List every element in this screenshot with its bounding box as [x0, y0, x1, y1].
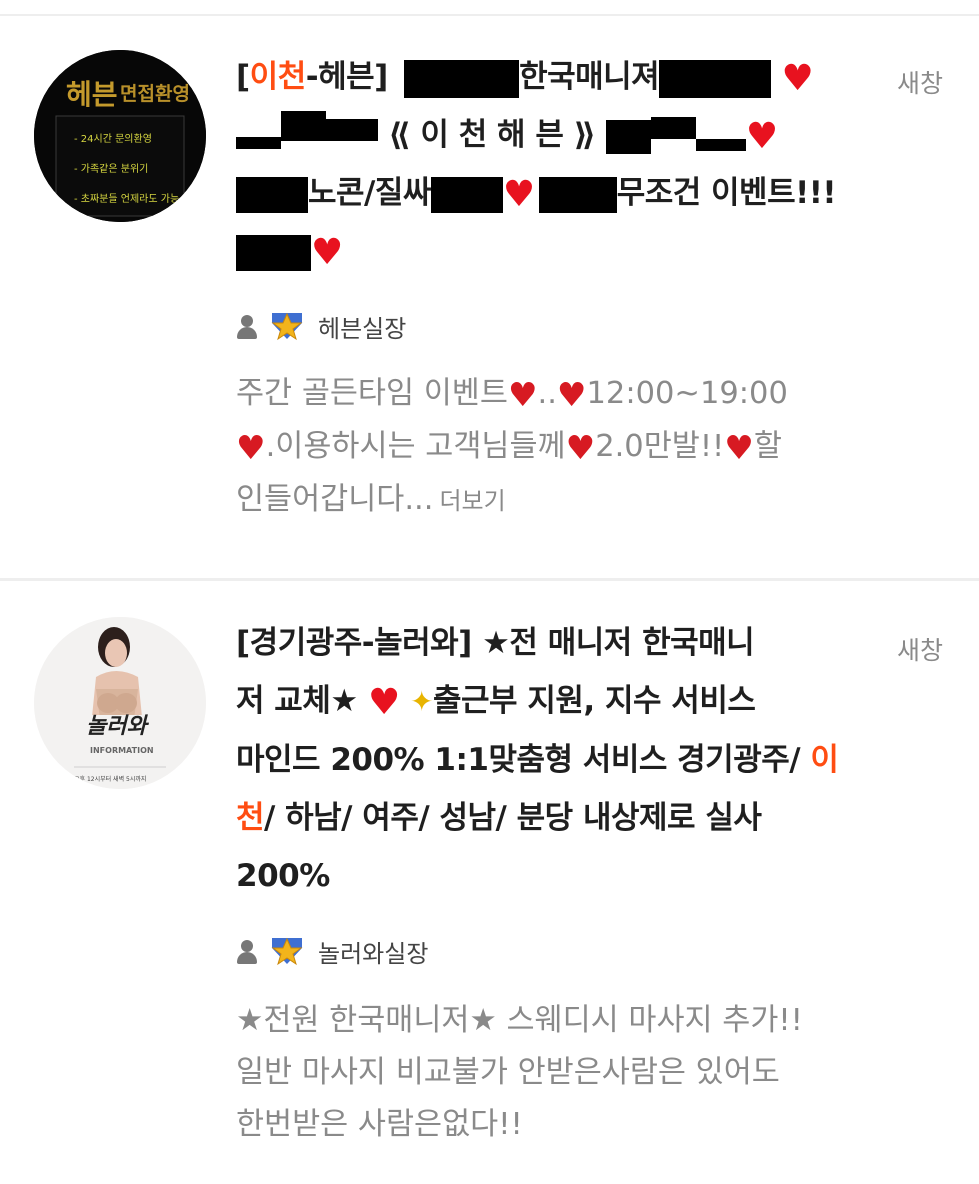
- post-item[interactable]: 놀러와 INFORMATION 오후 12시부터 새벽 5시까지 [경기광주-놀…: [0, 581, 979, 1184]
- title-line-1: [경기광주-놀러와] ★전 매니저 한국매니: [236, 614, 886, 672]
- heart-icon: ♥: [311, 232, 343, 273]
- thumbnail-brand: 놀러와: [86, 714, 149, 739]
- person-icon: [236, 313, 258, 339]
- rank-badge-icon: [271, 937, 303, 966]
- thumbnail-title-b: 면접환영: [120, 83, 190, 105]
- heart-icon: ♥: [745, 116, 778, 157]
- preview-line-2: 일반 마사지 비교불가 안받은사람은 있어도: [236, 1055, 780, 1090]
- preview-text: 12:00~19:00: [586, 376, 788, 411]
- title-line2-text: ⟪ 이 천 해 븐 ⟫: [388, 117, 596, 153]
- title-line-2: ⟪ 이 천 해 븐 ⟫ ♥: [236, 106, 876, 164]
- thumbnail-line3: - 초짜분들 언제라도 가능: [74, 193, 179, 205]
- title-text: 200%: [236, 858, 330, 894]
- redaction-block: [695, 139, 746, 151]
- redaction-block: [650, 117, 696, 139]
- preview-text: .이용하시는 고객님들께: [265, 429, 566, 464]
- title-line-4: ♥: [236, 222, 876, 280]
- title-line-5: 200%: [236, 847, 886, 905]
- title-line-3: 마인드 200% 1:1맞춤형 서비스 경기광주/ 이: [236, 731, 886, 789]
- thumbnail-line1: - 24시간 문의환영: [74, 133, 152, 145]
- more-link[interactable]: 더보기: [439, 487, 505, 515]
- heart-icon: ♥: [724, 428, 754, 467]
- post-preview[interactable]: ★전원 한국매니저★ 스웨디시 마사지 추가!! 일반 마사지 비교불가 안받은…: [236, 995, 936, 1151]
- preview-text: 할: [753, 429, 782, 464]
- thumbnail-line2: - 가족같은 분위기: [74, 162, 148, 175]
- preview-line-1: 주간 골든타임 이벤트♥..♥12:00~19:00: [236, 368, 936, 421]
- new-window-link[interactable]: 새창: [897, 64, 943, 100]
- heart-icon: ♥: [507, 375, 538, 414]
- preview-text: ..: [537, 376, 557, 411]
- rank-badge-icon: [271, 312, 303, 341]
- title-region: 이천: [249, 59, 307, 95]
- author-name: 헤븐실장: [318, 314, 407, 343]
- author-row[interactable]: 놀러와실장: [236, 931, 428, 971]
- title-text: 저 교체★: [236, 683, 358, 719]
- title-rest: -헤븐]: [305, 59, 389, 95]
- heart-icon: ♥: [502, 174, 535, 215]
- new-window-link[interactable]: 새창: [897, 631, 943, 667]
- preview-line-2: ♥.이용하시는 고객님들께♥2.0만발!!♥할: [236, 421, 936, 474]
- title-text: 마인드 200% 1:1맞춤형 서비스 경기광주/: [236, 742, 801, 778]
- title-text: [경기광주-놀러와] ★전 매니저 한국매니: [236, 625, 755, 661]
- person-icon: [236, 938, 258, 964]
- title-bracket: [: [236, 59, 250, 95]
- title-line-4: 천/ 하남/ 여주/ 성남/ 분당 내상제로 실사: [236, 789, 886, 847]
- title-highlight: 천: [236, 800, 265, 836]
- post-title-link[interactable]: [경기광주-놀러와] ★전 매니저 한국매니 저 교체★ ♥ ✦출근부 지원, …: [236, 614, 886, 905]
- redaction-block: [236, 234, 311, 271]
- title-line-2: 저 교체★ ♥ ✦출근부 지원, 지수 서비스: [236, 672, 886, 731]
- title-text: / 하남/ 여주/ 성남/ 분당 내상제로 실사: [264, 800, 762, 836]
- title-highlight: 이: [810, 742, 839, 778]
- preview-line-3: 인들어갑니다... 더보기: [236, 474, 936, 527]
- thumbnail-title-a: 헤븐: [66, 78, 118, 111]
- redaction-block: [236, 176, 308, 213]
- post-thumbnail[interactable]: 헤븐 면접환영 - 24시간 문의환영 - 가족같은 분위기 - 초짜분들 언제…: [34, 50, 206, 222]
- redaction-block: [281, 111, 326, 141]
- redaction-block: [605, 119, 651, 154]
- post-preview[interactable]: 주간 골든타임 이벤트♥..♥12:00~19:00 ♥.이용하시는 고객님들께…: [236, 368, 936, 527]
- thumbnail-image: 헤븐 면접환영 - 24시간 문의환영 - 가족같은 분위기 - 초짜분들 언제…: [34, 50, 206, 222]
- thumbnail-image: 놀러와 INFORMATION 오후 12시부터 새벽 5시까지: [34, 617, 206, 789]
- title-seg4: 무조건 이벤트!!!: [616, 175, 837, 211]
- title-seg1: 한국매니져: [519, 59, 660, 95]
- heart-icon: ♥: [236, 428, 266, 467]
- redaction-block: [404, 59, 520, 98]
- heart-icon: ♥: [781, 58, 814, 99]
- thumbnail-info: INFORMATION: [90, 746, 154, 755]
- title-line-1: [이천-헤븐] 한국매니져 ♥: [236, 48, 876, 106]
- redaction-block: [236, 137, 281, 149]
- title-seg3: 노콘/질싸: [308, 175, 431, 211]
- preview-text: 2.0만발!!: [595, 429, 725, 464]
- redaction-block: [326, 119, 378, 141]
- title-line-3: 노콘/질싸 ♥ 무조건 이벤트!!!: [236, 164, 876, 222]
- author-name: 놀러와실장: [318, 939, 429, 968]
- sparkles-icon: ✦: [410, 685, 433, 718]
- post-thumbnail[interactable]: 놀러와 INFORMATION 오후 12시부터 새벽 5시까지: [34, 617, 206, 789]
- redaction-block: [538, 176, 617, 213]
- heart-icon: ♥: [367, 682, 400, 723]
- title-text: 출근부 지원, 지수 서비스: [433, 683, 756, 719]
- post-title-link[interactable]: [이천-헤븐] 한국매니져 ♥ ⟪ 이 천 해 븐 ⟫ ♥ 노콘/질싸 ♥ 무조건 …: [236, 48, 876, 280]
- post-item[interactable]: 헤븐 면접환영 - 24시간 문의환영 - 가족같은 분위기 - 초짜분들 언제…: [0, 0, 979, 578]
- preview-text: 주간 골든타임 이벤트: [236, 376, 508, 411]
- redaction-block: [430, 176, 503, 213]
- redaction-block: [659, 59, 772, 98]
- preview-text: 인들어갑니다...: [236, 482, 434, 517]
- thumbnail-bottom: 오후 12시부터 새벽 5시까지: [74, 775, 146, 783]
- heart-icon: ♥: [565, 428, 596, 467]
- preview-line-1: ★전원 한국매니저★ 스웨디시 마사지 추가!!: [236, 1003, 803, 1038]
- preview-line-3: 한번받은 사람은없다!!: [236, 1107, 523, 1142]
- heart-icon: ♥: [556, 375, 587, 414]
- author-row[interactable]: 헤븐실장: [236, 306, 406, 346]
